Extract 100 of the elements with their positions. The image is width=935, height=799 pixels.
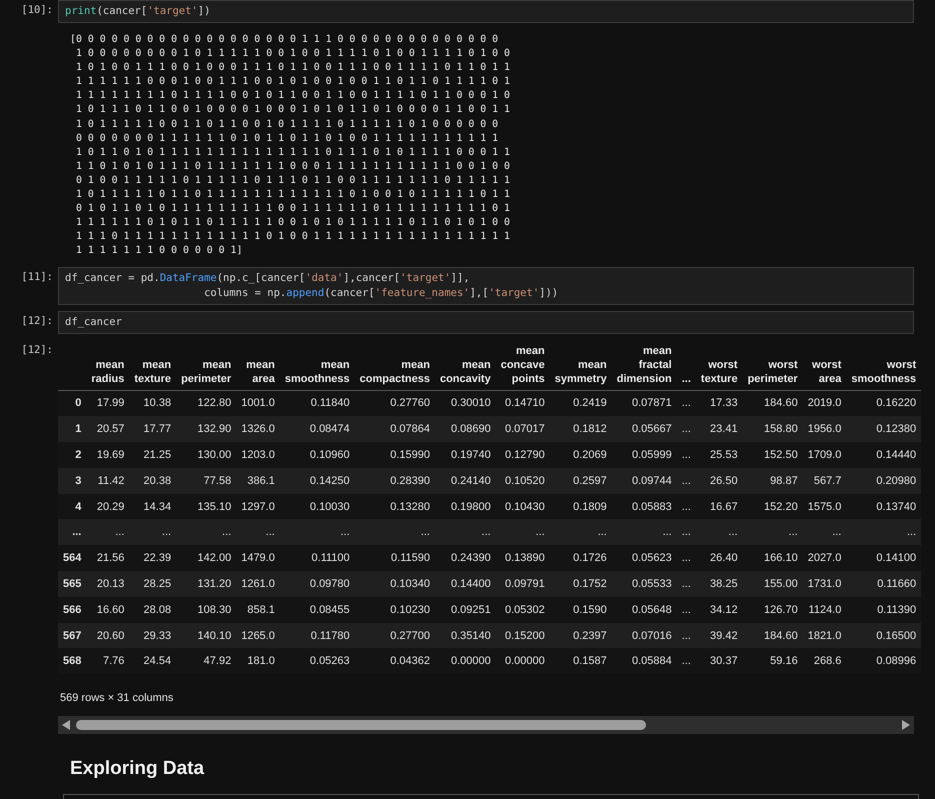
table-cell: 1326.0 <box>236 416 280 442</box>
table-cell: 0.11390 <box>846 596 922 623</box>
table-cell: 25.53 <box>696 442 743 468</box>
column-header: worst perimeter <box>742 340 803 390</box>
table-cell: 26.50 <box>696 468 743 494</box>
table-cell: 0.1752 <box>550 571 612 597</box>
table-cell: 0.10960 <box>280 442 355 468</box>
table-cell-text: 0.1587 <box>572 654 608 670</box>
table-cell: ... <box>676 390 696 416</box>
table-cell: 166.10 <box>742 545 803 572</box>
table-cell: 19.69 <box>86 442 130 468</box>
table-cell: 16.60 <box>86 596 130 623</box>
table-cell: 0.19800 <box>434 494 496 520</box>
table-cell: 0.12790 <box>496 442 550 468</box>
column-header: mean smoothness <box>280 340 355 390</box>
table-cell: 20.38 <box>129 468 176 494</box>
cell-prompt: [12]: <box>21 344 53 356</box>
table-cell: 0.16220 <box>846 390 922 416</box>
column-header: mean perimeter <box>176 340 236 390</box>
table-cell: 1821.0 <box>802 622 846 648</box>
column-header: mean fractal dimension <box>612 340 677 390</box>
table-cell: 0.15200 <box>496 622 550 648</box>
scroll-right-icon[interactable] <box>902 720 910 730</box>
code-cell[interactable]: df_cancer <box>58 310 914 334</box>
table-cell: ... <box>676 416 696 442</box>
table-cell: 0.08474 <box>280 416 355 442</box>
horizontal-scrollbar[interactable] <box>58 716 914 734</box>
table-cell: 108.30 <box>176 596 236 623</box>
column-header: worst smoothness <box>846 340 922 390</box>
table-cell-text: 0.05884 <box>630 654 673 670</box>
column-header: worst area <box>802 340 846 390</box>
row-index: 2 <box>58 442 86 468</box>
table-cell: 0.07017 <box>496 416 550 442</box>
table-cell: 10.38 <box>129 390 176 416</box>
table-cell: 0.05883 <box>612 494 677 520</box>
row-index: 0 <box>58 390 86 416</box>
table-cell: 0.09744 <box>612 468 677 494</box>
table-cell: 0.11840 <box>280 390 355 416</box>
table-cell: 0.05999 <box>612 442 677 468</box>
scrollbar-thumb[interactable] <box>76 720 646 730</box>
table-cell: 17.77 <box>129 416 176 442</box>
table-cell: 1479.0 <box>236 545 280 572</box>
table-cell: 0.20980 <box>846 468 922 494</box>
table-cell: 0.19740 <box>434 442 496 468</box>
table-cell: 17.99 <box>86 390 130 416</box>
table-cell: 0.1726 <box>550 545 612 572</box>
row-index: 568 <box>62 654 82 670</box>
table-cell: 184.60 <box>742 390 803 416</box>
table-cell: 0.07871 <box>612 390 677 416</box>
table-cell: 77.58 <box>176 468 236 494</box>
table-cell: ... <box>354 519 435 546</box>
table-cell: 0.24390 <box>434 545 496 572</box>
table-cell: 0.05667 <box>612 416 677 442</box>
table-cell: ... <box>129 519 176 546</box>
table-cell: 135.10 <box>176 494 236 520</box>
table-cell: ... <box>550 519 612 546</box>
table-cell: ... <box>676 571 696 597</box>
table-cell: 20.60 <box>86 622 130 648</box>
table-cell: ... <box>846 519 922 546</box>
table-cell: 2019.0 <box>802 390 846 416</box>
print-output: [0 0 0 0 0 0 0 0 0 0 0 0 0 0 0 0 0 0 0 1 1 1 0 0 0 0 0 0 0 0 0 0 0 0 0 0 1 0 0 0 0 0 0 0 0 1 0 1 1 1 1 1 0 0 1 0 0 1 1 1 1 0 1 0 0 1 1 1 1 0 1 0 0 1 0 1 0 0 1 1 1 0 0 1 0 0 0 1 1 1 0 1 1 0 0 1 1 1 0 0 1 1 1 1 0 1 1 0 1 1 1 1 1 1 1 1 0 0 0 1 0 0 1 1 1 0 0 1 0 1 0 0 1 0 0 1 1 0 1 1 0 1 1 1 1 0 1 1 1 1 1 1 1 1 1 0 1 1 1 1 0 0 1 0 1 1 0 0 1 1 0 0 1 1 1 1 0 1 1 0 0 0 1 0 1 0 1 1 1 0 1 1 0 0 1 0 0 0 0 1 0 0 0 1 0 1 0 1 1 0 1 0 0 0 0 1 1 0 0 1 1 1 0 1 1 1 1 1 0 0 1 1 0 1 1 0 0 1 0 1 1 1 1 0 1 1 1 1 1 0 1 0 0 0 0 0 0 0 0 0 0 0 0 0 1 1 1 1 1 1 0 1 0 1 1 0 1 1 0 1 0 0 1 1 1 1 1 1 1 1 1 1 1 1 0 1 1 0 1 0 1 1 1 1 1 1 1 1 1 1 1 1 1 1 0 1 1 1 0 1 0 1 1 1 1 0 0 0 1 1 1 1 0 1 0 1 0 1 1 1 0 1 1 1 1 1 1 1 0 0 0 1 1 1 1 1 1 1 1 1 1 1 0 0 1 0 0 0 1 0 0 1 1 1 1 1 0 1 1 1 1 1 0 1 1 1 0 1 1 0 0 1 1 1 1 1 1 1 0 1 1 1 1 1 1 0 1 1 1 1 1 0 1 1 0 1 1 1 1 1 1 1 1 1 1 1 1 0 1 0 0 1 0 1 1 1 1 1 0 1 1 0 1 0 1 1 0 1 0 1 1 1 1 1 1 1 1 1 0 0 1 1 1 1 1 1 0 1 1 1 1 1 1 1 1 1 0 1 1 1 1 1 1 1 0 1 0 1 1 0 1 1 1 1 1 0 0 1 0 1 0 1 1 1 1 1 0 1 1 0 1 0 1 0 0 1 1 1 0 1 1 1 1 1 1 1 1 1 1 1 1 0 1 0 0 1 1 1 1 1 1 1 1 1 1 1 1 1 1 1 1 1 1 1 1 1 1 1 1 0 0 0 0 0 0 1] <box>70 33 510 258</box>
table-cell: 131.20 <box>176 571 236 597</box>
row-index: 567 <box>58 622 86 648</box>
table-cell: ... <box>176 519 236 546</box>
table-cell: 39.42 <box>696 622 743 648</box>
table-cell-text: 268.6 <box>812 654 842 670</box>
table-cell: 0.09791 <box>496 571 550 597</box>
table-cell: 142.00 <box>176 545 236 572</box>
table-cell: ... <box>496 519 550 546</box>
table-cell: 0.11660 <box>846 571 922 597</box>
table-cell: 0.05302 <box>496 596 550 623</box>
cell-prompt: [12]: <box>21 314 53 326</box>
table-cell: 0.10030 <box>280 494 355 520</box>
table-cell: 0.14440 <box>846 442 922 468</box>
table-cell: 21.25 <box>129 442 176 468</box>
scroll-left-icon[interactable] <box>62 720 70 730</box>
table-cell: 0.15990 <box>354 442 435 468</box>
table-cell: 1956.0 <box>802 416 846 442</box>
table-cell: 28.25 <box>129 571 176 597</box>
table-cell: ... <box>612 519 677 546</box>
code-cell[interactable]: print(cancer['target']) <box>58 0 914 23</box>
table-cell: 1709.0 <box>802 442 846 468</box>
table-cell-text: 181.0 <box>246 654 276 670</box>
table-cell: ... <box>236 519 280 546</box>
table-cell: 34.12 <box>696 596 743 623</box>
table-cell: 0.35140 <box>434 622 496 648</box>
table-cell: 1261.0 <box>236 571 280 597</box>
table-cell: 140.10 <box>176 622 236 648</box>
table-cell: ... <box>676 468 696 494</box>
row-index: 564 <box>58 545 86 572</box>
table-cell: 184.60 <box>742 622 803 648</box>
table-cell: 0.27760 <box>354 390 435 416</box>
column-header: mean texture <box>129 340 176 390</box>
table-cell: 0.27700 <box>354 622 435 648</box>
table-cell: 0.14250 <box>280 468 355 494</box>
code-cell[interactable]: df_cancer = pd.DataFrame(np.c_[cancer['data'],cancer['target']], columns = np.append(cancer['feature_names'],['target'])) <box>58 266 914 304</box>
table-cell: 0.07016 <box>612 622 677 648</box>
table-cell: 122.80 <box>176 390 236 416</box>
table-cell: 1575.0 <box>802 494 846 520</box>
table-cell: ... <box>676 596 696 623</box>
